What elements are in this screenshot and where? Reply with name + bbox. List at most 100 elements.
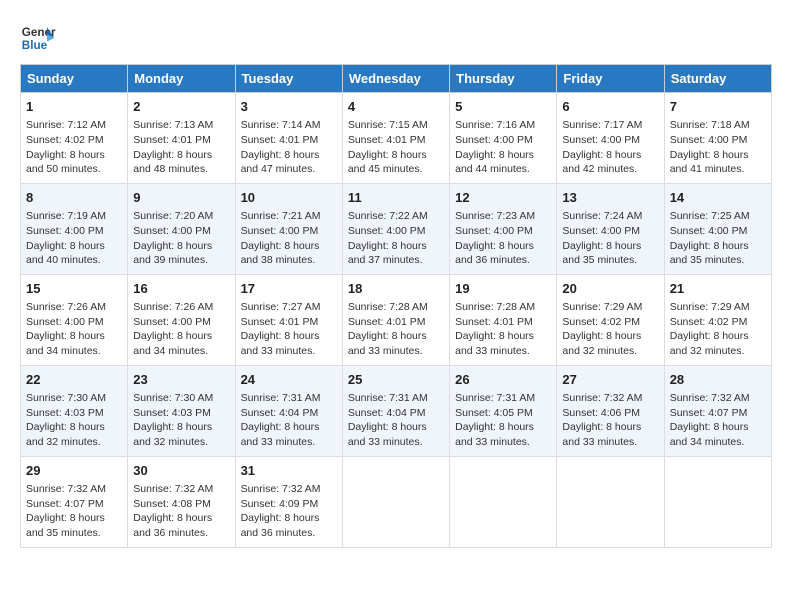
day-info: Sunrise: 7:29 AM [562, 300, 658, 315]
calendar-cell: 12Sunrise: 7:23 AMSunset: 4:00 PMDayligh… [450, 183, 557, 274]
day-info: Daylight: 8 hours [348, 148, 444, 163]
calendar-cell [557, 456, 664, 547]
calendar-cell: 28Sunrise: 7:32 AMSunset: 4:07 PMDayligh… [664, 365, 771, 456]
day-info: and 36 minutes. [455, 253, 551, 268]
day-info: Sunrise: 7:24 AM [562, 209, 658, 224]
day-info: Sunrise: 7:22 AM [348, 209, 444, 224]
day-info: Sunrise: 7:12 AM [26, 118, 122, 133]
day-number: 1 [26, 98, 122, 116]
day-info: Sunset: 4:00 PM [455, 224, 551, 239]
day-info: Sunset: 4:00 PM [348, 224, 444, 239]
day-info: Sunrise: 7:18 AM [670, 118, 766, 133]
day-info: and 36 minutes. [241, 526, 337, 541]
day-info: and 32 minutes. [562, 344, 658, 359]
calendar-cell: 31Sunrise: 7:32 AMSunset: 4:09 PMDayligh… [235, 456, 342, 547]
day-info: Sunrise: 7:28 AM [348, 300, 444, 315]
day-info: and 40 minutes. [26, 253, 122, 268]
calendar-body: 1Sunrise: 7:12 AMSunset: 4:02 PMDaylight… [21, 93, 772, 548]
day-info: Sunset: 4:02 PM [562, 315, 658, 330]
day-number: 30 [133, 462, 229, 480]
weekday-header: Thursday [450, 65, 557, 93]
day-info: Daylight: 8 hours [670, 420, 766, 435]
day-info: Daylight: 8 hours [241, 329, 337, 344]
day-number: 9 [133, 189, 229, 207]
day-number: 24 [241, 371, 337, 389]
day-info: Daylight: 8 hours [133, 239, 229, 254]
day-info: and 50 minutes. [26, 162, 122, 177]
day-info: Sunset: 4:09 PM [241, 497, 337, 512]
calendar-week-row: 1Sunrise: 7:12 AMSunset: 4:02 PMDaylight… [21, 93, 772, 184]
calendar-cell: 17Sunrise: 7:27 AMSunset: 4:01 PMDayligh… [235, 274, 342, 365]
day-info: Daylight: 8 hours [455, 420, 551, 435]
calendar-cell: 26Sunrise: 7:31 AMSunset: 4:05 PMDayligh… [450, 365, 557, 456]
day-info: Daylight: 8 hours [562, 329, 658, 344]
calendar-cell: 7Sunrise: 7:18 AMSunset: 4:00 PMDaylight… [664, 93, 771, 184]
calendar-week-row: 29Sunrise: 7:32 AMSunset: 4:07 PMDayligh… [21, 456, 772, 547]
day-info: Sunrise: 7:26 AM [133, 300, 229, 315]
day-info: Sunset: 4:01 PM [348, 133, 444, 148]
day-info: Sunset: 4:01 PM [133, 133, 229, 148]
day-info: Daylight: 8 hours [26, 148, 122, 163]
day-info: Sunrise: 7:16 AM [455, 118, 551, 133]
day-info: Sunrise: 7:13 AM [133, 118, 229, 133]
day-info: Sunset: 4:03 PM [133, 406, 229, 421]
day-info: and 33 minutes. [562, 435, 658, 450]
day-number: 8 [26, 189, 122, 207]
day-info: Sunrise: 7:20 AM [133, 209, 229, 224]
svg-text:Blue: Blue [22, 39, 48, 52]
calendar-cell: 30Sunrise: 7:32 AMSunset: 4:08 PMDayligh… [128, 456, 235, 547]
day-info: and 39 minutes. [133, 253, 229, 268]
day-number: 12 [455, 189, 551, 207]
day-info: and 35 minutes. [670, 253, 766, 268]
day-info: Sunrise: 7:30 AM [26, 391, 122, 406]
calendar-cell: 10Sunrise: 7:21 AMSunset: 4:00 PMDayligh… [235, 183, 342, 274]
day-info: Sunrise: 7:31 AM [348, 391, 444, 406]
day-info: and 37 minutes. [348, 253, 444, 268]
day-info: Daylight: 8 hours [241, 420, 337, 435]
day-info: Daylight: 8 hours [26, 511, 122, 526]
day-info: and 33 minutes. [455, 344, 551, 359]
day-info: Sunset: 4:00 PM [562, 224, 658, 239]
weekday-header: Monday [128, 65, 235, 93]
weekday-header: Saturday [664, 65, 771, 93]
day-info: Sunset: 4:00 PM [455, 133, 551, 148]
calendar-cell: 23Sunrise: 7:30 AMSunset: 4:03 PMDayligh… [128, 365, 235, 456]
calendar-table: SundayMondayTuesdayWednesdayThursdayFrid… [20, 64, 772, 548]
day-info: Sunrise: 7:32 AM [26, 482, 122, 497]
day-number: 13 [562, 189, 658, 207]
day-number: 26 [455, 371, 551, 389]
day-info: Sunrise: 7:21 AM [241, 209, 337, 224]
day-info: Sunset: 4:01 PM [455, 315, 551, 330]
day-info: and 41 minutes. [670, 162, 766, 177]
day-info: and 32 minutes. [26, 435, 122, 450]
day-info: and 44 minutes. [455, 162, 551, 177]
day-info: Daylight: 8 hours [348, 420, 444, 435]
day-info: and 34 minutes. [133, 344, 229, 359]
day-info: and 45 minutes. [348, 162, 444, 177]
day-info: Sunset: 4:00 PM [670, 224, 766, 239]
day-info: Sunrise: 7:14 AM [241, 118, 337, 133]
calendar-cell: 1Sunrise: 7:12 AMSunset: 4:02 PMDaylight… [21, 93, 128, 184]
calendar-cell: 9Sunrise: 7:20 AMSunset: 4:00 PMDaylight… [128, 183, 235, 274]
day-info: Sunrise: 7:27 AM [241, 300, 337, 315]
calendar-cell: 4Sunrise: 7:15 AMSunset: 4:01 PMDaylight… [342, 93, 449, 184]
day-number: 25 [348, 371, 444, 389]
day-info: Daylight: 8 hours [455, 148, 551, 163]
day-info: Sunrise: 7:32 AM [241, 482, 337, 497]
day-number: 31 [241, 462, 337, 480]
day-info: Daylight: 8 hours [133, 511, 229, 526]
weekday-header: Sunday [21, 65, 128, 93]
day-info: and 35 minutes. [562, 253, 658, 268]
day-info: and 35 minutes. [26, 526, 122, 541]
day-info: Sunrise: 7:25 AM [670, 209, 766, 224]
day-info: Sunrise: 7:15 AM [348, 118, 444, 133]
day-info: and 33 minutes. [348, 344, 444, 359]
day-info: and 34 minutes. [26, 344, 122, 359]
calendar-cell: 20Sunrise: 7:29 AMSunset: 4:02 PMDayligh… [557, 274, 664, 365]
day-info: and 36 minutes. [133, 526, 229, 541]
day-info: and 33 minutes. [348, 435, 444, 450]
day-info: and 32 minutes. [670, 344, 766, 359]
day-info: Sunrise: 7:17 AM [562, 118, 658, 133]
weekday-header: Tuesday [235, 65, 342, 93]
day-info: Sunset: 4:00 PM [26, 315, 122, 330]
